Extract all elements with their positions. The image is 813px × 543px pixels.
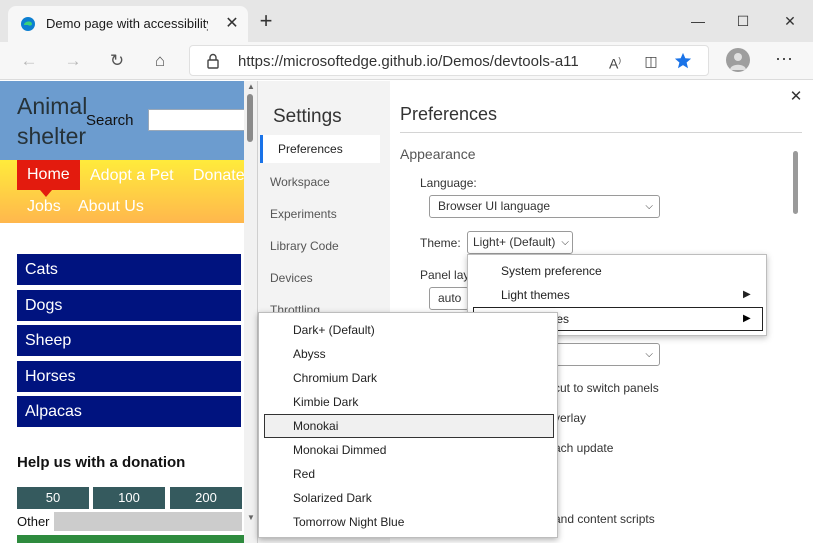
theme-menu-system-preference[interactable]: System preference xyxy=(468,259,766,283)
refresh-icon[interactable]: ↻ xyxy=(104,49,130,73)
animal-link-dogs[interactable]: Dogs xyxy=(17,290,241,321)
dark-theme-item[interactable]: Chromium Dark xyxy=(259,366,557,390)
theme-select-value: Light+ (Default) xyxy=(473,235,556,249)
search-input[interactable] xyxy=(148,109,248,131)
other-amount-input[interactable] xyxy=(54,512,242,531)
language-label: Language: xyxy=(420,176,477,190)
settings-title: Settings xyxy=(273,106,342,127)
scroll-up-arrow-icon[interactable]: ▲ xyxy=(246,83,256,91)
donation-heading: Help us with a donation xyxy=(17,454,186,471)
page-scroll-thumb[interactable] xyxy=(247,94,253,142)
more-menu-icon[interactable]: ··· xyxy=(772,48,796,72)
donate-100-button[interactable]: 100 xyxy=(93,487,165,509)
theme-menu-light-themes[interactable]: Light themes ▶ xyxy=(468,283,766,307)
nav-home-link[interactable]: Home xyxy=(17,160,80,190)
setting-select[interactable]: ⌵ xyxy=(548,343,660,366)
browser-tab[interactable]: Demo page with accessibility issues ✕ xyxy=(8,6,248,42)
nav-donate-link[interactable]: Donate xyxy=(193,167,245,185)
nav-jobs-link[interactable]: Jobs xyxy=(27,198,61,216)
animal-link-cats[interactable]: Cats xyxy=(17,254,241,285)
submenu-arrow-icon: ▶ xyxy=(743,289,751,300)
setting-content-scripts-text[interactable]: and content scripts xyxy=(554,512,655,526)
favorite-star-icon[interactable] xyxy=(674,52,692,70)
dark-theme-item[interactable]: Solarized Dark xyxy=(259,486,557,510)
settings-nav-preferences[interactable]: Preferences xyxy=(260,135,380,163)
panel-layout-label: Panel lay xyxy=(420,268,470,282)
dark-theme-item[interactable]: Monokai Dimmed xyxy=(259,438,557,462)
url-text: https://microsoftedge.github.io/Demos/de… xyxy=(238,53,578,70)
panel-layout-select[interactable]: auto xyxy=(429,287,469,310)
page-scrollbar[interactable] xyxy=(244,81,257,543)
dark-theme-item[interactable]: Abyss xyxy=(259,342,557,366)
reading-view-icon[interactable]: ◫ xyxy=(640,51,662,71)
preferences-title: Preferences xyxy=(400,104,498,124)
search-label: Search xyxy=(86,112,134,129)
dark-theme-item-highlighted[interactable]: Monokai xyxy=(264,414,554,438)
dark-themes-submenu: Dark+ (Default) Abyss Chromium Dark Kimb… xyxy=(258,312,558,538)
read-aloud-icon[interactable]: A) xyxy=(604,51,626,72)
settings-close-icon[interactable]: ✕ xyxy=(788,89,804,105)
nav-about-link[interactable]: About Us xyxy=(78,198,144,216)
setting-shortcut-text[interactable]: cut to switch panels xyxy=(554,381,659,395)
setting-overlay-text[interactable]: verlay xyxy=(554,411,586,425)
dark-theme-item[interactable]: Red xyxy=(259,462,557,486)
home-icon[interactable]: ⌂ xyxy=(147,49,173,73)
language-select[interactable]: Browser UI language ⌵ xyxy=(429,195,660,218)
browser-toolbar: ← → ↻ ⌂ https://microsoftedge.github.io/… xyxy=(0,42,813,80)
site-nav: Home Adopt a Pet Donate Jobs About Us xyxy=(0,160,245,223)
lock-icon xyxy=(207,53,219,69)
divider xyxy=(400,132,802,133)
address-bar[interactable]: https://microsoftedge.github.io/Demos/de… xyxy=(189,45,709,76)
forward-arrow-icon[interactable]: → xyxy=(60,49,86,73)
tab-strip: Demo page with accessibility issues ✕ + … xyxy=(0,0,813,42)
panel-layout-value: auto xyxy=(438,291,462,305)
window-close-button[interactable]: ✕ xyxy=(775,8,805,34)
tab-close-icon[interactable]: ✕ xyxy=(222,14,242,34)
site-logo[interactable]: Animal shelter xyxy=(17,91,97,151)
scroll-down-arrow-icon[interactable]: ▼ xyxy=(246,514,256,522)
dark-theme-item[interactable]: Dark+ (Default) xyxy=(259,318,557,342)
maximize-button[interactable]: ☐ xyxy=(728,8,758,34)
setting-update-text[interactable]: ach update xyxy=(554,441,613,455)
edge-logo-icon xyxy=(21,17,35,31)
chevron-down-icon: ⌵ xyxy=(645,201,653,212)
web-page-viewport: Animal shelter Search Home Adopt a Pet D… xyxy=(0,81,258,543)
settings-scroll-thumb[interactable] xyxy=(793,151,798,214)
theme-select[interactable]: Light+ (Default) ⌵ xyxy=(467,231,573,254)
dark-theme-item-label: Monokai xyxy=(293,419,339,433)
animal-link-sheep[interactable]: Sheep xyxy=(17,325,241,356)
dark-theme-item[interactable]: Kimbie Dark xyxy=(259,390,557,414)
animal-link-alpacas[interactable]: Alpacas xyxy=(17,396,241,427)
light-themes-label: Light themes xyxy=(501,288,570,302)
tab-title: Demo page with accessibility issues xyxy=(46,16,208,31)
settings-nav-library-code[interactable]: Library Code xyxy=(270,239,339,253)
profile-avatar-icon[interactable] xyxy=(726,48,750,72)
chevron-down-icon: ⌵ xyxy=(561,237,569,248)
site-header: Animal shelter Search xyxy=(0,81,248,160)
donate-200-button[interactable]: 200 xyxy=(170,487,242,509)
back-arrow-icon[interactable]: ← xyxy=(16,49,42,73)
new-tab-button[interactable]: + xyxy=(254,10,278,34)
appearance-heading: Appearance xyxy=(400,146,476,162)
settings-nav-devices[interactable]: Devices xyxy=(270,271,313,285)
nav-adopt-link[interactable]: Adopt a Pet xyxy=(90,167,174,185)
animal-link-horses[interactable]: Horses xyxy=(17,361,241,392)
theme-label: Theme: xyxy=(420,236,461,250)
dark-theme-item[interactable]: Tomorrow Night Blue xyxy=(259,510,557,534)
submit-donation-button[interactable] xyxy=(17,535,244,543)
minimize-button[interactable]: — xyxy=(683,8,713,34)
settings-nav-workspace[interactable]: Workspace xyxy=(270,175,330,189)
donate-50-button[interactable]: 50 xyxy=(17,487,89,509)
language-select-value: Browser UI language xyxy=(438,199,551,213)
settings-nav-label: Preferences xyxy=(278,142,343,156)
settings-nav-experiments[interactable]: Experiments xyxy=(270,207,337,221)
chevron-down-icon: ⌵ xyxy=(645,349,653,360)
other-amount-label: Other xyxy=(17,514,50,529)
submenu-arrow-icon: ▶ xyxy=(743,313,751,324)
nav-active-indicator xyxy=(40,190,52,197)
